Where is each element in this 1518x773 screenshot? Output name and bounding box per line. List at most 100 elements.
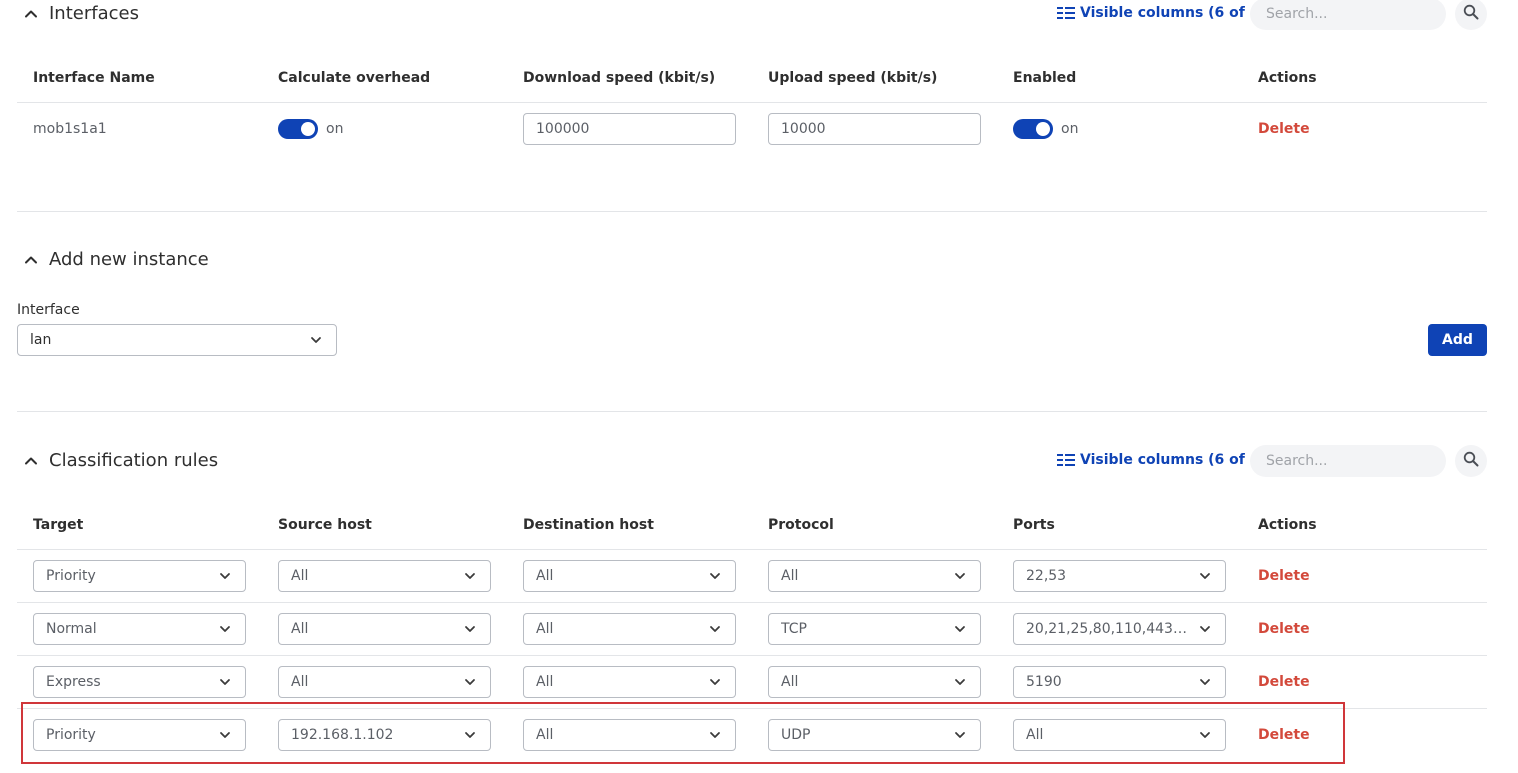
add-instance-title: Add new instance bbox=[49, 249, 209, 270]
calculate-overhead-toggle[interactable] bbox=[278, 119, 318, 139]
protocol-select-value: All bbox=[781, 568, 799, 584]
classification-search-button[interactable] bbox=[1455, 445, 1487, 477]
row-divider bbox=[17, 655, 1487, 656]
col-interface-name: Interface Name bbox=[33, 70, 155, 86]
destination-host-select-value: All bbox=[536, 568, 554, 584]
chevron-down-icon bbox=[954, 623, 966, 639]
col-calculate-overhead: Calculate overhead bbox=[278, 70, 431, 86]
destination-host-select[interactable]: All bbox=[523, 560, 736, 592]
col-source-host: Source host bbox=[278, 517, 372, 533]
table-divider bbox=[17, 102, 1487, 103]
protocol-select[interactable]: All bbox=[768, 666, 981, 698]
ports-select[interactable]: 22,53 bbox=[1013, 560, 1226, 592]
destination-host-select[interactable]: All bbox=[523, 666, 736, 698]
target-select[interactable]: Priority bbox=[33, 560, 246, 592]
chevron-up-icon[interactable] bbox=[22, 251, 40, 269]
search-icon bbox=[1463, 4, 1479, 24]
target-select-value: Express bbox=[46, 674, 101, 690]
interface-delete-button[interactable]: Delete bbox=[1258, 121, 1310, 137]
source-host-select-value: All bbox=[291, 568, 309, 584]
chevron-up-icon[interactable] bbox=[22, 452, 40, 470]
chevron-down-icon bbox=[1199, 676, 1211, 692]
col-download-speed: Download speed (kbit/s) bbox=[523, 70, 716, 86]
destination-host-select-value: All bbox=[536, 674, 554, 690]
col-actions: Actions bbox=[1258, 517, 1317, 533]
interface-select-value: lan bbox=[30, 332, 52, 348]
visible-columns-label: Visible columns (6 of 6) bbox=[1080, 5, 1266, 21]
target-select[interactable]: Normal bbox=[33, 613, 246, 645]
download-speed-input[interactable]: 100000 bbox=[523, 113, 736, 145]
search-icon bbox=[1463, 451, 1479, 471]
enabled-toggle[interactable] bbox=[1013, 119, 1053, 139]
chevron-down-icon bbox=[464, 570, 476, 586]
interfaces-title: Interfaces bbox=[49, 3, 139, 24]
col-destination-host: Destination host bbox=[523, 517, 654, 533]
chevron-down-icon bbox=[464, 676, 476, 692]
chevron-down-icon bbox=[219, 570, 231, 586]
col-enabled: Enabled bbox=[1013, 70, 1077, 86]
interfaces-search-button[interactable] bbox=[1455, 0, 1487, 30]
ports-select-value: 22,53 bbox=[1026, 568, 1067, 584]
rule-delete-button[interactable]: Delete bbox=[1258, 568, 1310, 584]
calculate-overhead-label: on bbox=[326, 121, 344, 137]
protocol-select-value: All bbox=[781, 674, 799, 690]
chevron-down-icon bbox=[709, 570, 721, 586]
chevron-down-icon bbox=[1199, 623, 1211, 639]
chevron-down-icon bbox=[219, 676, 231, 692]
source-host-select[interactable]: All bbox=[278, 613, 491, 645]
source-host-select[interactable]: All bbox=[278, 666, 491, 698]
chevron-down-icon bbox=[1199, 570, 1211, 586]
protocol-select[interactable]: All bbox=[768, 560, 981, 592]
ports-select[interactable]: 20,21,25,80,110,443,993,995 bbox=[1013, 613, 1226, 645]
col-ports: Ports bbox=[1013, 517, 1055, 533]
source-host-select-value: All bbox=[291, 674, 309, 690]
interface-field-label: Interface bbox=[17, 302, 80, 318]
ports-select[interactable]: 5190 bbox=[1013, 666, 1226, 698]
columns-icon bbox=[1057, 453, 1075, 467]
section-divider bbox=[17, 411, 1487, 412]
add-instance-button[interactable]: Add bbox=[1428, 324, 1487, 356]
destination-host-select[interactable]: All bbox=[523, 613, 736, 645]
source-host-select[interactable]: All bbox=[278, 560, 491, 592]
protocol-select-value: TCP bbox=[781, 621, 807, 637]
source-host-select-value: All bbox=[291, 621, 309, 637]
interfaces-section-header[interactable]: Interfaces bbox=[22, 3, 139, 24]
chevron-up-icon[interactable] bbox=[22, 5, 40, 23]
col-target: Target bbox=[33, 517, 84, 533]
rule-delete-button[interactable]: Delete bbox=[1258, 621, 1310, 637]
classification-title: Classification rules bbox=[49, 450, 219, 471]
destination-host-select-value: All bbox=[536, 621, 554, 637]
col-actions: Actions bbox=[1258, 70, 1317, 86]
rule-delete-button[interactable]: Delete bbox=[1258, 674, 1310, 690]
col-upload-speed: Upload speed (kbit/s) bbox=[768, 70, 938, 86]
upload-speed-input[interactable]: 10000 bbox=[768, 113, 981, 145]
col-protocol: Protocol bbox=[768, 517, 834, 533]
target-select-value: Normal bbox=[46, 621, 97, 637]
row-divider bbox=[17, 602, 1487, 603]
table-divider bbox=[17, 549, 1487, 550]
chevron-down-icon bbox=[464, 623, 476, 639]
classification-search-input[interactable]: Search... bbox=[1250, 445, 1446, 477]
classification-section-header[interactable]: Classification rules bbox=[22, 450, 218, 471]
highlight-box bbox=[21, 702, 1345, 764]
target-select[interactable]: Express bbox=[33, 666, 246, 698]
chevron-down-icon bbox=[709, 623, 721, 639]
interface-select[interactable]: lan bbox=[17, 324, 337, 356]
protocol-select[interactable]: TCP bbox=[768, 613, 981, 645]
chevron-down-icon bbox=[709, 676, 721, 692]
chevron-down-icon bbox=[219, 623, 231, 639]
chevron-down-icon bbox=[954, 570, 966, 586]
chevron-down-icon bbox=[954, 676, 966, 692]
chevron-down-icon bbox=[310, 334, 322, 350]
interfaces-visible-columns-button[interactable]: Visible columns (6 of 6) bbox=[1057, 5, 1266, 21]
visible-columns-label: Visible columns (6 of 6) bbox=[1080, 452, 1266, 468]
add-instance-section-header[interactable]: Add new instance bbox=[22, 249, 209, 270]
ports-select-value: 5190 bbox=[1026, 674, 1062, 690]
enabled-label: on bbox=[1061, 121, 1079, 137]
interface-name-cell: mob1s1a1 bbox=[33, 121, 107, 137]
columns-icon bbox=[1057, 6, 1075, 20]
target-select-value: Priority bbox=[46, 568, 96, 584]
interfaces-search-input[interactable]: Search... bbox=[1250, 0, 1446, 30]
ports-select-value: 20,21,25,80,110,443,993,995 bbox=[1026, 621, 1225, 637]
classification-visible-columns-button[interactable]: Visible columns (6 of 6) bbox=[1057, 452, 1266, 468]
